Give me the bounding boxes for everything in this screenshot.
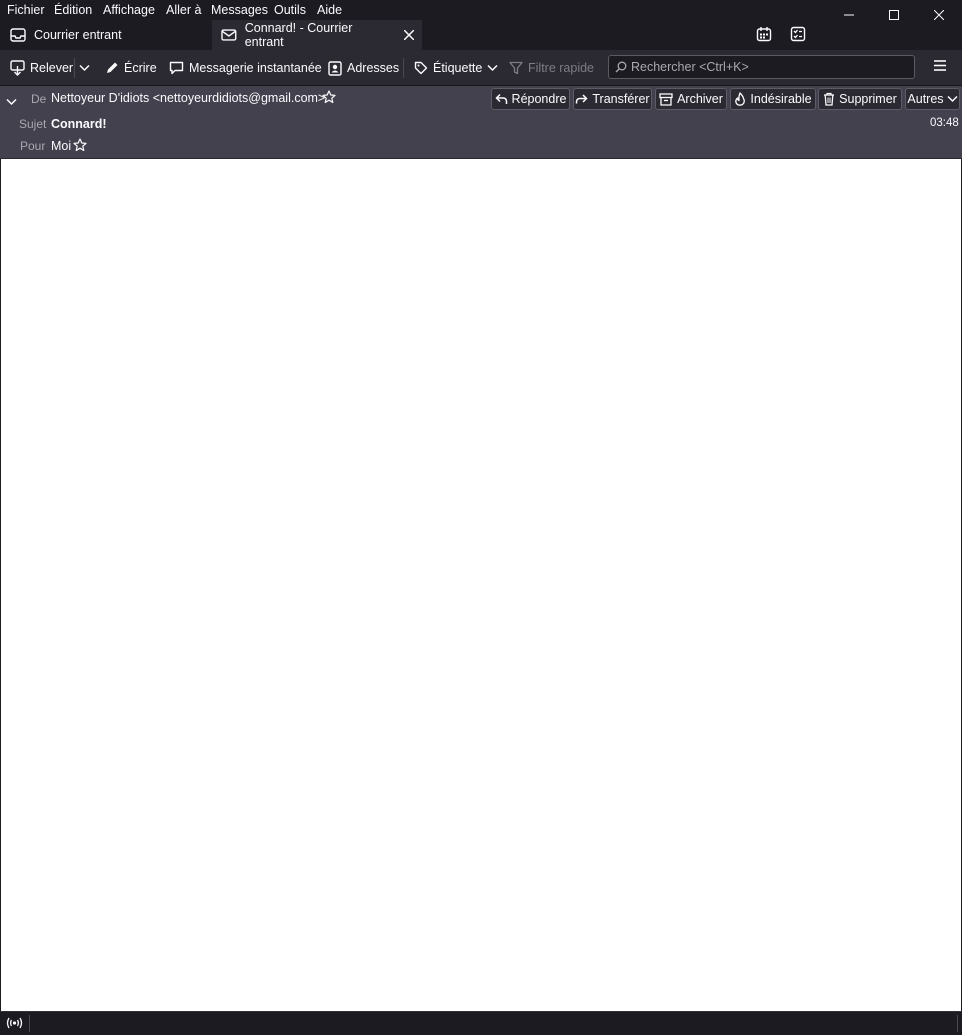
menu-bar: Fichier Édition Affichage Aller à Messag… bbox=[0, 0, 962, 20]
search-icon bbox=[615, 61, 627, 73]
tab-bar: Courrier entrant Connard! - Courrier ent… bbox=[0, 20, 962, 50]
reply-icon bbox=[494, 93, 507, 104]
to-star-button[interactable] bbox=[73, 138, 87, 157]
from-star-button[interactable] bbox=[322, 90, 336, 109]
toolbar-divider bbox=[74, 58, 75, 78]
junk-label: Indésirable bbox=[750, 92, 812, 106]
status-divider bbox=[957, 1015, 958, 1032]
close-icon bbox=[934, 10, 944, 20]
write-button[interactable]: Écrire bbox=[105, 58, 157, 78]
tag-label: Étiquette bbox=[433, 61, 483, 75]
menu-fichier-label: Fichier bbox=[7, 3, 45, 17]
tag-button[interactable]: Étiquette bbox=[414, 58, 498, 78]
forward-label: Transférer bbox=[592, 92, 650, 106]
forward-icon bbox=[576, 94, 588, 104]
get-messages-label: Relever bbox=[30, 61, 74, 75]
search-input[interactable]: Rechercher <Ctrl+K> bbox=[608, 55, 915, 79]
status-bar bbox=[0, 1011, 962, 1035]
flame-icon bbox=[735, 92, 746, 106]
search-placeholder: Rechercher <Ctrl+K> bbox=[631, 60, 749, 74]
from-value[interactable]: Nettoyeur D'idiots <nettoyeurdidiots@gma… bbox=[51, 91, 325, 105]
menu-fichier[interactable]: Fichier bbox=[7, 3, 45, 17]
star-icon bbox=[73, 138, 87, 152]
quick-filter-label: Filtre rapide bbox=[528, 61, 594, 75]
subject-label: Sujet bbox=[19, 117, 47, 131]
tab-close-icon[interactable] bbox=[404, 30, 414, 40]
download-mail-icon bbox=[10, 60, 25, 76]
delete-label: Supprimer bbox=[839, 92, 897, 106]
calendar-button[interactable] bbox=[756, 26, 772, 47]
other-actions-label: Autres bbox=[907, 92, 944, 106]
tab-message[interactable]: Connard! - Courrier entrant bbox=[212, 20, 422, 50]
minimize-icon bbox=[844, 14, 854, 16]
get-messages-button[interactable]: Relever bbox=[10, 58, 73, 78]
chevron-down-icon bbox=[487, 64, 498, 72]
menu-aide[interactable]: Aide bbox=[317, 3, 342, 17]
tab-message-label: Connard! - Courrier entrant bbox=[244, 21, 353, 49]
tab-inbox-label: Courrier entrant bbox=[34, 28, 122, 42]
filter-icon bbox=[509, 61, 523, 75]
tab-inbox[interactable]: Courrier entrant bbox=[0, 20, 212, 50]
status-divider bbox=[29, 1015, 30, 1032]
menu-aller-label: Aller à bbox=[166, 3, 202, 17]
write-label: Écrire bbox=[124, 61, 157, 75]
online-status-button[interactable] bbox=[6, 1016, 23, 1035]
subject-value: Connard! bbox=[51, 117, 107, 131]
menu-edition-label: Édition bbox=[54, 3, 93, 17]
forward-button[interactable]: Transférer bbox=[573, 88, 652, 110]
reply-button[interactable]: Répondre bbox=[491, 88, 570, 110]
pencil-icon bbox=[107, 62, 118, 73]
tasks-button[interactable] bbox=[790, 26, 806, 47]
message-time: 03:48 bbox=[930, 117, 959, 129]
trash-icon bbox=[824, 92, 835, 106]
menu-affichage-label: Affichage bbox=[103, 3, 155, 17]
menu-outils-label: Outils bbox=[274, 3, 306, 17]
address-book-label: Adresses bbox=[347, 61, 400, 75]
message-body[interactable] bbox=[1, 159, 961, 1011]
chevron-down-icon bbox=[6, 98, 17, 106]
menu-affichage[interactable]: Affichage bbox=[103, 3, 155, 17]
reply-label: Répondre bbox=[511, 92, 567, 106]
menu-aller[interactable]: Aller à bbox=[166, 3, 201, 17]
delete-button[interactable]: Supprimer bbox=[818, 88, 902, 110]
menu-messages-label: Messages bbox=[211, 3, 268, 17]
chevron-down-icon bbox=[79, 64, 90, 72]
archive-button[interactable]: Archiver bbox=[655, 88, 727, 110]
toolbar-divider bbox=[403, 58, 404, 78]
chat-label: Messagerie instantanée bbox=[189, 61, 322, 75]
to-value[interactable]: Moi bbox=[51, 139, 71, 153]
message-header: De Nettoyeur D'idiots <nettoyeurdidiots@… bbox=[0, 86, 962, 159]
other-actions-button[interactable]: Autres bbox=[905, 88, 960, 110]
hamburger-icon bbox=[934, 60, 946, 71]
quick-filter-button[interactable]: Filtre rapide bbox=[509, 58, 594, 78]
tag-icon bbox=[414, 61, 428, 75]
menu-aide-label: Aide bbox=[317, 3, 343, 17]
from-label: De bbox=[31, 92, 47, 106]
archive-label: Archiver bbox=[677, 92, 723, 106]
junk-button[interactable]: Indésirable bbox=[730, 88, 816, 110]
star-icon bbox=[322, 90, 336, 104]
chat-icon bbox=[169, 61, 184, 75]
app-menu-button[interactable] bbox=[933, 59, 947, 77]
menu-edition[interactable]: Édition bbox=[54, 3, 92, 17]
address-book-icon bbox=[328, 60, 342, 76]
menu-messages[interactable]: Messages bbox=[211, 3, 268, 17]
collapse-header-toggle[interactable] bbox=[6, 93, 17, 111]
address-book-button[interactable]: Adresses bbox=[328, 58, 399, 78]
maximize-icon bbox=[889, 10, 899, 20]
to-label: Pour bbox=[20, 139, 46, 153]
get-messages-dropdown[interactable] bbox=[79, 58, 95, 78]
main-toolbar: Relever Écrire Messagerie instantanée Ad… bbox=[0, 50, 962, 86]
broadcast-icon bbox=[6, 1017, 23, 1029]
chat-button[interactable]: Messagerie instantanée bbox=[169, 58, 322, 78]
tasks-icon bbox=[790, 26, 806, 42]
inbox-icon bbox=[10, 28, 26, 42]
chevron-down-icon bbox=[947, 95, 958, 103]
calendar-icon bbox=[756, 27, 772, 42]
archive-icon bbox=[659, 92, 673, 106]
menu-outils[interactable]: Outils bbox=[274, 3, 306, 17]
envelope-icon bbox=[221, 29, 237, 41]
